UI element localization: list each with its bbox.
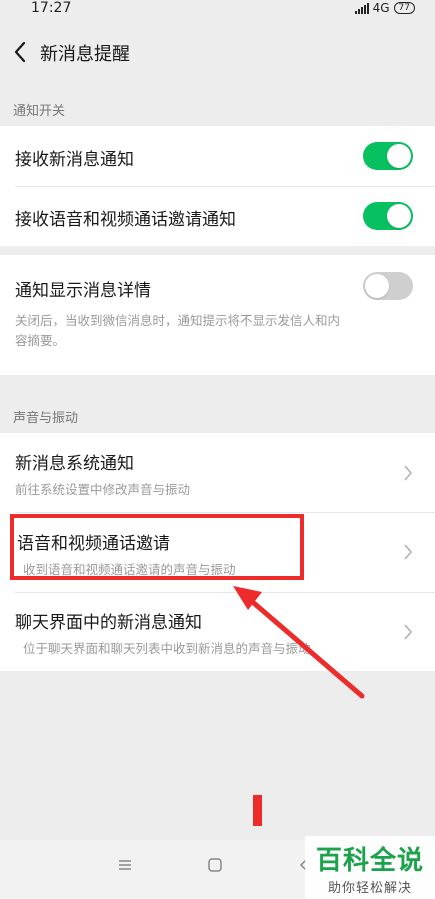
chevron-right-icon	[404, 624, 413, 640]
back-button[interactable]	[10, 38, 34, 66]
row-label: 聊天界面中的新消息通知	[15, 613, 202, 633]
home-icon[interactable]	[207, 857, 223, 873]
chevron-right-icon	[404, 544, 413, 560]
nav-header: 新消息提醒	[0, 22, 435, 84]
chevron-right-icon	[404, 465, 413, 481]
notify-switch-card: 接收新消息通知 接收语音和视频通话邀请通知	[0, 126, 435, 246]
toggle-knob	[365, 274, 389, 298]
page-title: 新消息提醒	[40, 44, 130, 65]
call-invite-toggle[interactable]	[363, 202, 413, 230]
row-label: 语音和视频通话邀请	[17, 534, 170, 554]
sound-card: 新消息系统通知 前往系统设置中修改声音与振动 语音和视频通话邀请 收到语音和视频…	[0, 433, 435, 671]
row-label: 接收新消息通知	[15, 150, 134, 170]
detail-description-line2: 容摘要。	[15, 333, 66, 348]
section-label-notify: 通知开关	[13, 104, 66, 119]
row-call-invite-sound[interactable]: 语音和视频通话邀请 收到语音和视频通话邀请的声音与振动	[0, 513, 435, 592]
signal-icon	[354, 2, 369, 14]
detail-description-line1: 关闭后，当收到微信消息时，通知提示将不显示发信人和内	[15, 313, 341, 328]
row-chat-new-message[interactable]: 聊天界面中的新消息通知 位于聊天界面和聊天列表中收到新消息的声音与振动	[0, 592, 435, 671]
watermark-logo: 百科全说 助你轻松解决	[305, 836, 435, 899]
row-show-detail[interactable]: 通知显示消息详情 关闭后，当收到微信消息时，通知提示将不显示发信人和内 容摘要。	[0, 255, 435, 375]
row-description: 前往系统设置中修改声音与振动	[15, 482, 191, 497]
chevron-left-icon	[14, 41, 26, 63]
detail-card: 通知显示消息详情 关闭后，当收到微信消息时，通知提示将不显示发信人和内 容摘要。	[0, 255, 435, 375]
row-label: 新消息系统通知	[15, 454, 134, 474]
watermark-title: 百科全说	[315, 846, 424, 876]
row-description: 位于聊天界面和聊天列表中收到新消息的声音与振动	[23, 641, 311, 656]
show-detail-toggle[interactable]	[363, 272, 413, 300]
toggle-knob	[387, 144, 411, 168]
status-icons: 4G 77	[354, 1, 415, 15]
toggle-knob	[387, 204, 411, 228]
menu-icon[interactable]	[117, 858, 133, 872]
row-label: 通知显示消息详情	[15, 281, 151, 301]
status-time: 17:27	[31, 0, 72, 16]
status-bar: 17:27 4G 77	[0, 0, 435, 22]
row-call-invite-notify[interactable]: 接收语音和视频通话邀请通知	[0, 186, 435, 246]
row-description: 收到语音和视频通话邀请的声音与振动	[23, 562, 236, 577]
battery-icon: 77	[393, 2, 415, 14]
annotation-mark	[253, 795, 262, 826]
row-label: 接收语音和视频通话邀请通知	[15, 210, 236, 230]
section-label-sound: 声音与振动	[13, 411, 79, 426]
row-receive-new-message[interactable]: 接收新消息通知	[0, 126, 435, 186]
watermark-subtitle: 助你轻松解决	[327, 881, 412, 896]
row-system-notify[interactable]: 新消息系统通知 前往系统设置中修改声音与振动	[0, 433, 435, 512]
new-message-toggle[interactable]	[363, 142, 413, 170]
network-type: 4G	[372, 1, 390, 15]
